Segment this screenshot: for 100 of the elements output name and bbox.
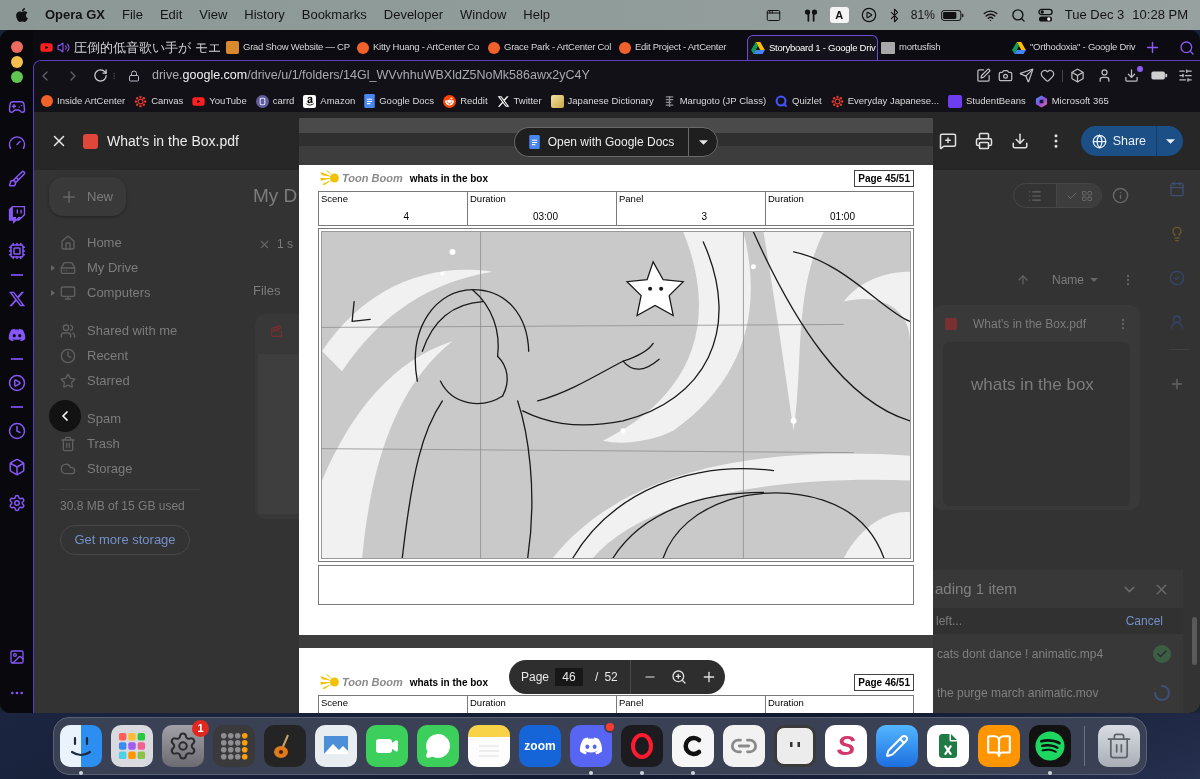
- open-with-menu-button[interactable]: [688, 127, 719, 157]
- menu-bar-time[interactable]: 10:28 PM: [1132, 5, 1188, 25]
- input-source-indicator[interactable]: A: [829, 7, 849, 23]
- address-field[interactable]: drive.google.com/drive/u/1/folders/14Gl_WVvhhuWBXldZ5NoMk586awx2yC4Y: [152, 66, 590, 85]
- menu-item[interactable]: Window: [460, 5, 507, 25]
- garageband-app-icon[interactable]: [264, 725, 306, 767]
- battery-saver-icon[interactable]: [1151, 71, 1168, 80]
- messages-app-icon[interactable]: [417, 725, 459, 767]
- bookmark-link[interactable]: YouTube: [209, 93, 247, 109]
- zoom-window-icon[interactable]: [10, 71, 23, 83]
- earbuds-icon[interactable]: [803, 7, 818, 23]
- books-app-icon[interactable]: [978, 725, 1020, 767]
- control-center-icon[interactable]: [1037, 7, 1053, 23]
- bookmark-link[interactable]: Amazon: [320, 93, 356, 109]
- bookmark-link[interactable]: Inside ArtCenter: [57, 93, 126, 109]
- clock-icon[interactable]: [7, 422, 26, 440]
- task-check-icon[interactable]: [1169, 270, 1185, 286]
- download-icon[interactable]: [1010, 132, 1029, 150]
- search-icon[interactable]: [1010, 7, 1026, 23]
- browser-tab[interactable]: Grace Park - ArtCenter Col: [485, 35, 616, 60]
- heart-icon[interactable]: [1040, 68, 1055, 83]
- send-icon[interactable]: [1019, 68, 1034, 83]
- wifi-icon[interactable]: [981, 7, 999, 23]
- s-app-icon[interactable]: S: [825, 725, 867, 767]
- share-menu-button[interactable]: [1156, 126, 1183, 156]
- cube-icon[interactable]: [7, 458, 26, 476]
- spotify-app-icon[interactable]: [1029, 725, 1071, 767]
- bookmark-link[interactable]: Japanese Dictionary: [567, 93, 654, 109]
- brush-icon[interactable]: [7, 170, 26, 188]
- close-window-icon[interactable]: [10, 41, 23, 53]
- browser-tab[interactable]: Kitty Huang - ArtCenter Co: [354, 35, 485, 60]
- clip-studio-app-icon[interactable]: [672, 725, 714, 767]
- new-tab-icon[interactable]: [1144, 39, 1161, 56]
- gamepad-icon[interactable]: [7, 98, 26, 116]
- cube-icon[interactable]: [1070, 68, 1085, 83]
- window-icon[interactable]: [764, 7, 782, 23]
- bookmark-link[interactable]: Canvas: [151, 93, 184, 109]
- x-logo-icon[interactable]: [7, 290, 26, 308]
- add-comment-icon[interactable]: [938, 132, 957, 150]
- menu-bar-date[interactable]: Tue Dec 3: [1064, 5, 1125, 25]
- system-settings-app-icon[interactable]: [162, 725, 204, 767]
- download-icon[interactable]: [1124, 67, 1140, 84]
- reload-icon[interactable]: [93, 68, 108, 83]
- calculator-app-icon[interactable]: [213, 725, 255, 767]
- zoom-icon[interactable]: [670, 669, 687, 685]
- bookmark-link[interactable]: Twitter: [513, 93, 542, 109]
- print-icon[interactable]: [974, 132, 993, 150]
- minimize-window-icon[interactable]: [10, 56, 23, 68]
- menu-item[interactable]: File: [121, 5, 143, 25]
- bookmark-link[interactable]: carrd: [272, 93, 295, 109]
- pencil-app-icon[interactable]: [876, 725, 918, 767]
- preview-app-icon[interactable]: [315, 725, 357, 767]
- battery-icon[interactable]: [940, 9, 964, 21]
- notes-app-icon[interactable]: [468, 725, 510, 767]
- search-icon[interactable]: [1179, 39, 1195, 56]
- menu-item[interactable]: History: [244, 5, 285, 25]
- share-button[interactable]: Share: [1080, 126, 1156, 156]
- apple-menu-icon[interactable]: [15, 7, 29, 23]
- excel-app-icon[interactable]: [927, 725, 969, 767]
- trash-app-icon[interactable]: [1098, 725, 1140, 767]
- menu-item[interactable]: Bookmarks: [301, 5, 367, 25]
- play-icon[interactable]: [860, 7, 877, 23]
- menu-item[interactable]: Developer: [383, 5, 444, 25]
- open-with-google-docs-button[interactable]: Open with Google Docs: [513, 127, 689, 157]
- browser-tab[interactable]: 圧倒的低音歌い手が モエ: [37, 35, 223, 60]
- browser-tab[interactable]: Edit Project - ArtCenter: [616, 35, 747, 60]
- bookmark-link[interactable]: Google Docs: [379, 93, 435, 109]
- bookmark-link[interactable]: Everyday Japanese...: [847, 93, 939, 109]
- bookmark-link[interactable]: Reddit: [460, 93, 488, 109]
- cancel-button[interactable]: Cancel: [1125, 612, 1163, 630]
- bookmark-link[interactable]: Quizlet: [792, 93, 822, 109]
- finder-app-icon[interactable]: [60, 725, 102, 767]
- launchpad-app-icon[interactable]: [111, 725, 153, 767]
- image-icon[interactable]: [8, 649, 25, 665]
- bookmark-link[interactable]: Marugoto (JP Class): [679, 93, 767, 109]
- camera-icon[interactable]: [998, 68, 1013, 83]
- profile-icon[interactable]: [1097, 68, 1112, 83]
- gauge-icon[interactable]: [7, 134, 26, 152]
- discord-logo-icon[interactable]: [7, 326, 26, 344]
- app-menu[interactable]: Opera GX: [45, 5, 105, 25]
- settings-sliders-icon[interactable]: [1178, 68, 1193, 83]
- scrollbar[interactable]: [1192, 617, 1197, 665]
- bookmark-link[interactable]: Microsoft 365: [1051, 93, 1109, 109]
- facetime-app-icon[interactable]: [366, 725, 408, 767]
- bookmark-link[interactable]: StudentBeans: [966, 93, 1026, 109]
- opera-app-icon[interactable]: [621, 725, 663, 767]
- edit-icon[interactable]: [976, 68, 991, 83]
- browser-tab[interactable]: Grad Show Website — CP: [223, 35, 354, 60]
- twitch-logo-icon[interactable]: [7, 206, 26, 224]
- discord-app-icon[interactable]: [570, 725, 612, 767]
- page-number-field[interactable]: 46: [555, 668, 584, 686]
- settings-icon[interactable]: [7, 494, 26, 512]
- browser-tab[interactable]: mortusfish: [878, 35, 1009, 60]
- menu-item[interactable]: View: [199, 5, 228, 25]
- speaker-icon[interactable]: [57, 41, 70, 54]
- link-app-icon[interactable]: [723, 725, 765, 767]
- cpu-icon[interactable]: [7, 242, 26, 260]
- menu-item[interactable]: Edit: [159, 5, 183, 25]
- browser-tab[interactable]: Storyboard 1 - Google Driv: [747, 35, 878, 60]
- play-icon[interactable]: [7, 374, 26, 392]
